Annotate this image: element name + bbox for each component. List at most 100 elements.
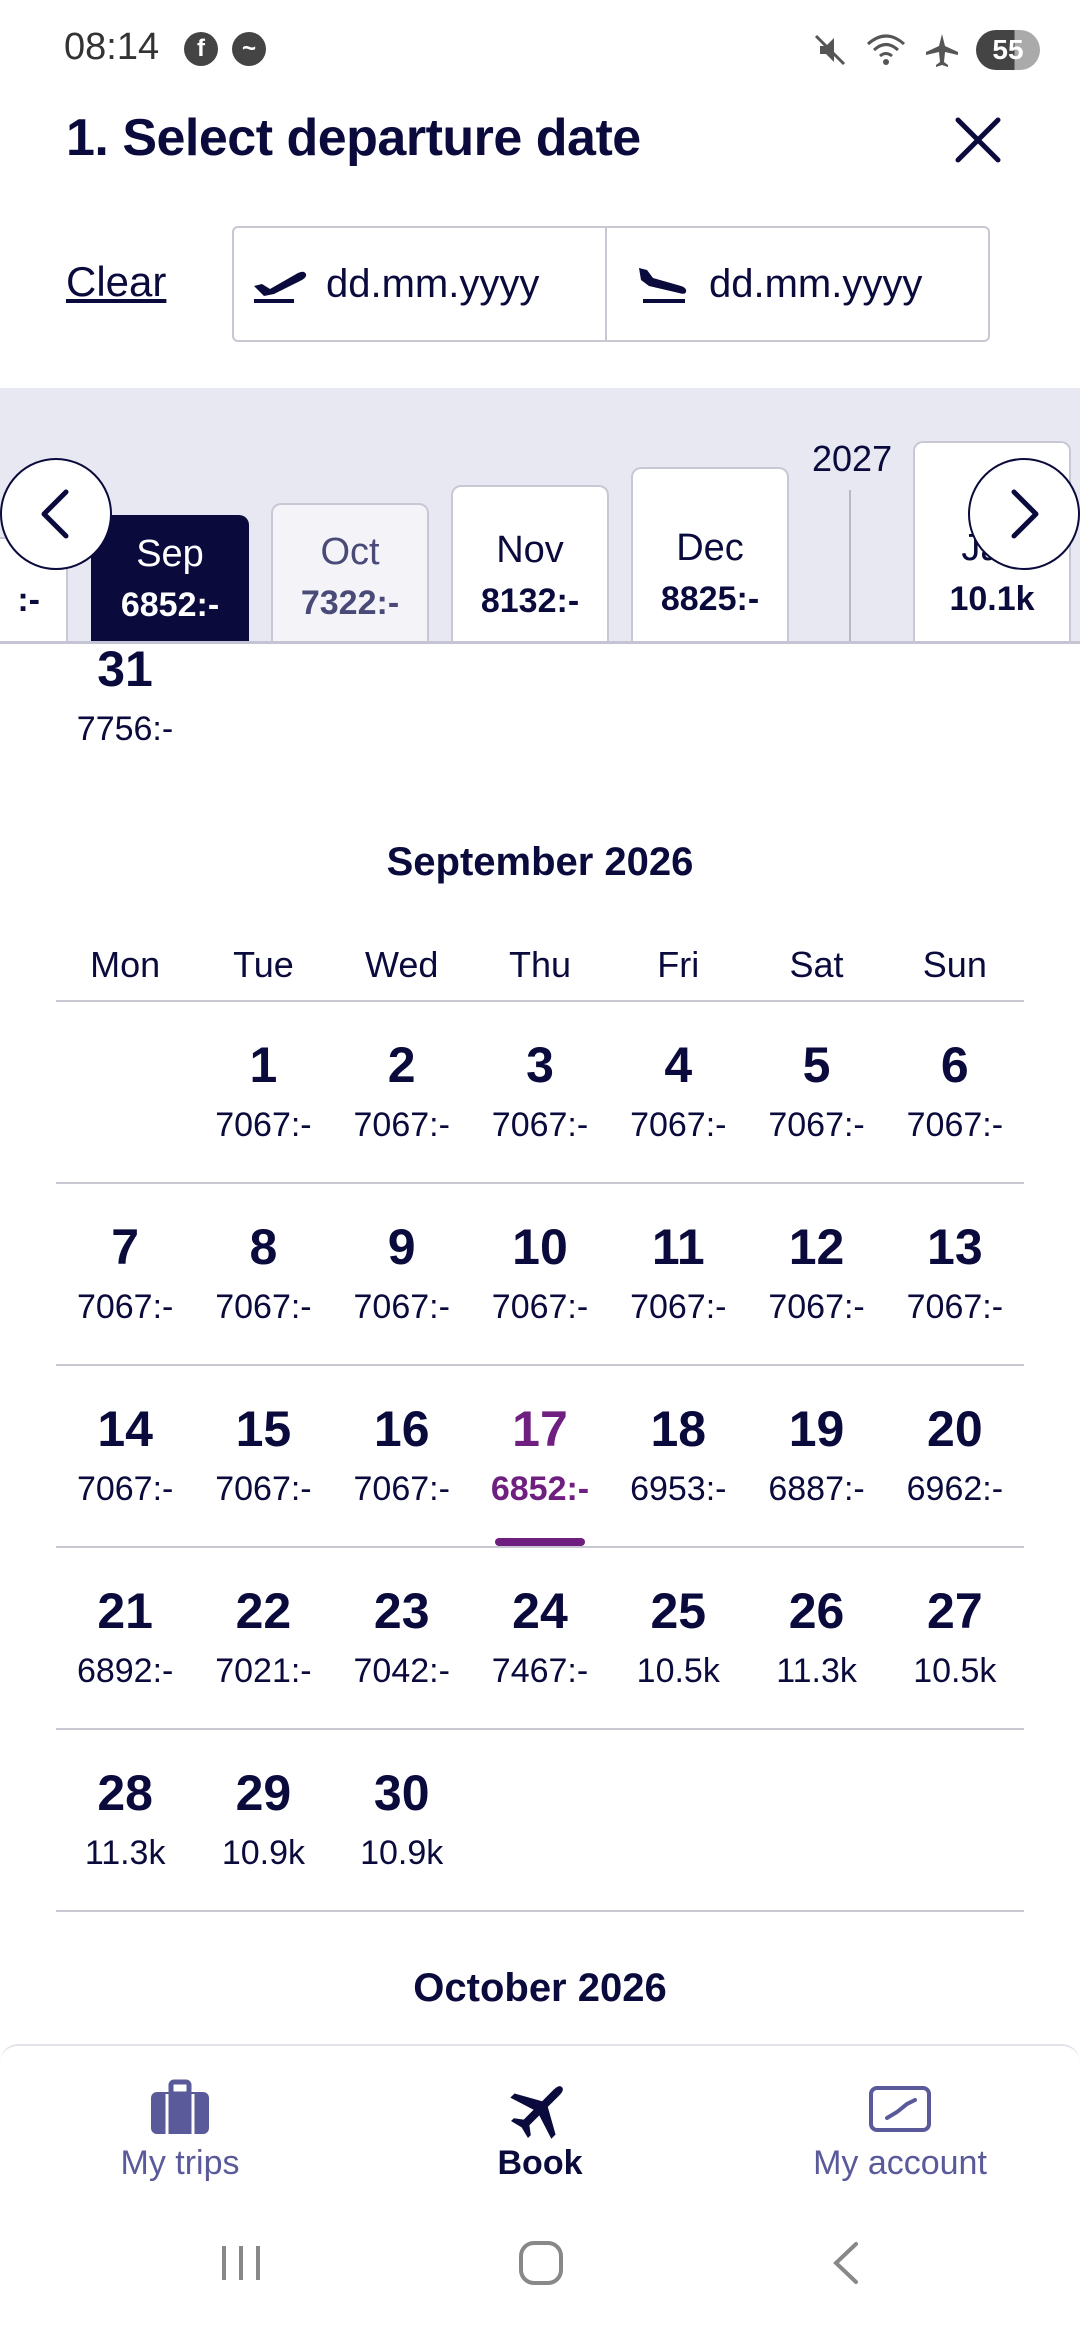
day-price: 7067:- [768,1288,865,1326]
recents-icon[interactable] [216,2238,266,2288]
calendar-day[interactable]: 29 10.9k [194,1730,332,1910]
month-tab-price: 10.1k [949,580,1035,618]
day-number: 6 [940,1037,969,1093]
calendar-day[interactable]: 26 11.3k [747,1548,885,1728]
back-icon[interactable] [820,2238,870,2288]
calendar-day[interactable]: 1 7067:- [194,1002,332,1182]
calendar-day[interactable]: 4 7067:- [609,1002,747,1182]
month-tab-name: Oct [320,531,380,573]
day-number: 11 [651,1219,705,1275]
calendar-day[interactable]: 12 7067:- [747,1184,885,1364]
calendar-day[interactable]: 6 7067:- [886,1002,1024,1182]
close-icon[interactable] [950,112,1006,168]
month-tab-dec[interactable]: Dec 8825:- [631,467,789,641]
day-number: 27 [927,1583,983,1639]
departure-date-field[interactable]: dd.mm.yyyy [234,228,605,340]
weekday-label: Fri [657,944,700,985]
calendar-day[interactable]: 10 7067:- [471,1184,609,1364]
calendar-day[interactable]: 23 7042:- [333,1548,471,1728]
day-number: 24 [512,1583,568,1639]
calendar-day[interactable]: 16 7067:- [333,1366,471,1546]
calendar-day-aug-31[interactable]: 31 7756:- [60,640,190,749]
day-number: 14 [97,1401,153,1457]
calendar-day[interactable]: 17 6852:- [471,1366,609,1546]
day-price: 6953:- [630,1470,727,1508]
calendar-day[interactable]: 8 7067:- [194,1184,332,1364]
day-number: 12 [788,1219,845,1275]
day-price: 7067:- [215,1470,312,1508]
calendar-day[interactable]: 30 10.9k [333,1730,471,1910]
day-number: 4 [664,1037,693,1093]
messenger-icon: ~ [232,32,266,66]
return-date-field[interactable]: dd.mm.yyyy [605,228,988,340]
day-price: 6892:- [76,1652,174,1690]
day-number: 20 [927,1401,983,1457]
calendar-day[interactable]: 24 7467:- [471,1548,609,1728]
day-price: 10.9k [360,1834,444,1872]
return-date-placeholder: dd.mm.yyyy [709,261,923,306]
month-tab-oct[interactable]: Oct 7322:- [271,503,429,641]
nav-book[interactable]: Book [360,2046,720,2194]
nav-my-trips[interactable]: My trips [0,2046,360,2194]
calendar-day[interactable]: 25 10.5k [609,1548,747,1728]
calendar-week-row: 14 7067:- 15 7067:- 16 7067:- 17 6852:- 18 6953:-… [56,1366,1024,1548]
battery-indicator: 55 [976,30,1040,70]
day-number: 26 [788,1583,845,1639]
calendar-day[interactable]: 15 7067:- [194,1366,332,1546]
month-tab-name: Nov [496,529,564,571]
calendar-empty-cell [471,1730,609,1910]
status-bar: 08:14 f ~ 55 [0,0,1080,100]
day-number: 8 [249,1219,278,1275]
day-price: 7067:- [630,1106,727,1144]
next-month-button[interactable] [968,458,1080,570]
nav-my-account[interactable]: My account [720,2046,1080,2194]
day-number: 16 [373,1401,430,1457]
day-price: 6962:- [906,1470,1004,1508]
calendar-day[interactable]: 28 11.3k [56,1730,194,1910]
takeoff-icon [254,271,307,303]
chevron-right-icon [1011,489,1039,539]
day-price: 7067:- [906,1288,1004,1326]
nav-label: My account [813,2144,987,2182]
day-price: 11.3k [84,1834,166,1872]
day-number: 19 [788,1401,845,1457]
weekday-label: Wed [365,944,439,985]
calendar-day[interactable]: 22 7021:- [194,1548,332,1728]
calendar-day[interactable]: 3 7067:- [471,1002,609,1182]
year-divider [849,490,851,641]
day-number: 7 [111,1219,140,1275]
bottom-navigation: My trips Book My account [0,2044,1080,2194]
calendar-day[interactable]: 11 7067:- [609,1184,747,1364]
calendar-day[interactable]: 20 6962:- [886,1366,1024,1546]
clear-button[interactable]: Clear [66,258,166,306]
day-number: 10 [512,1219,568,1275]
calendar-day[interactable]: 13 7067:- [886,1184,1024,1364]
day-number: 13 [927,1219,983,1275]
month-tab-sep[interactable]: Sep 6852:- [91,515,249,641]
calendar-day[interactable]: 14 7067:- [56,1366,194,1546]
calendar-day[interactable]: 5 7067:- [747,1002,885,1182]
day-number: 25 [650,1583,707,1639]
month-tab-nov[interactable]: Nov 8132:- [451,485,609,641]
calendar-day[interactable]: 7 7067:- [56,1184,194,1364]
prev-month-button[interactable] [0,458,112,570]
day-price: 7021:- [215,1652,312,1690]
day-price: 7067:- [906,1106,1004,1144]
calendar-empty-cell [747,1730,885,1910]
day-price: 10.5k [913,1652,997,1690]
year-label: 2027 [812,438,893,479]
mute-icon [814,34,846,66]
day-price: 6887:- [768,1470,865,1508]
airplane-icon [510,2086,563,2139]
status-icons: 55 [812,28,1040,72]
calendar-day[interactable]: 18 6953:- [609,1366,747,1546]
weekday-header: Mon Tue Wed Thu Fri Sat Sun [56,944,1024,1002]
calendar-day[interactable]: 19 6887:- [747,1366,885,1546]
day-price: 10.5k [636,1652,720,1690]
calendar-day[interactable]: 21 6892:- [56,1548,194,1728]
home-icon[interactable] [516,2238,566,2288]
calendar-day[interactable]: 27 10.5k [886,1548,1024,1728]
calendar-day[interactable]: 9 7067:- [333,1184,471,1364]
calendar-day[interactable]: 2 7067:- [333,1002,471,1182]
departure-date-placeholder: dd.mm.yyyy [326,261,540,306]
